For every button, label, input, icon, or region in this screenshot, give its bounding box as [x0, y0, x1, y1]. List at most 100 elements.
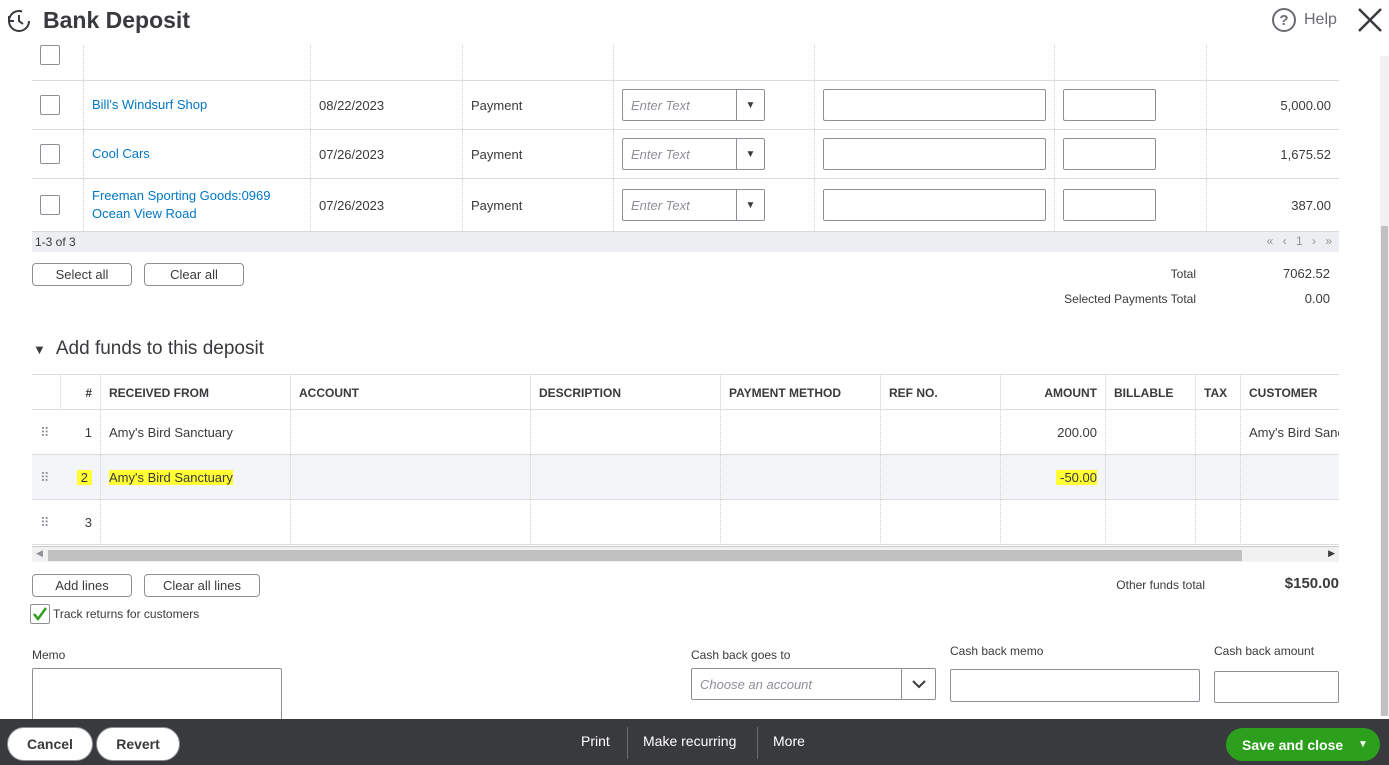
fund-customer[interactable]: [1240, 455, 1339, 500]
col-ref-no: REF NO.: [880, 375, 1000, 410]
fund-account[interactable]: [290, 455, 530, 500]
payment-received-from-link[interactable]: Freeman Sporting Goods:0969 Ocean View R…: [92, 187, 290, 223]
help-icon: ?: [1272, 8, 1296, 32]
fund-line-row[interactable]: ⠿ 3: [32, 500, 1339, 545]
fund-line-row[interactable]: ⠿ 2 Amy's Bird Sanctuary -50.00: [32, 455, 1339, 500]
fund-payment-method[interactable]: [720, 500, 880, 545]
caret-down-icon[interactable]: ▼: [1358, 739, 1368, 750]
clear-all-button[interactable]: Clear all: [144, 263, 244, 286]
fund-tax[interactable]: [1195, 455, 1240, 500]
page-vertical-scrollbar[interactable]: [1380, 56, 1389, 716]
save-and-close-button[interactable]: Save and close ▼: [1226, 728, 1380, 761]
dropdown-arrow-icon[interactable]: ▼: [736, 139, 764, 169]
fund-amount[interactable]: 200.00: [1000, 410, 1105, 455]
payment-memo-input[interactable]: [823, 89, 1046, 121]
payment-method-select[interactable]: Enter Text ▼: [622, 138, 765, 170]
drag-handle-icon[interactable]: ⠿: [40, 425, 49, 441]
fund-description[interactable]: [530, 455, 720, 500]
make-recurring-button[interactable]: Make recurring: [643, 733, 736, 749]
fund-customer[interactable]: Amy's Bird Sanctuary: [1240, 410, 1339, 455]
fund-ref-no[interactable]: [880, 410, 1000, 455]
payment-memo-input[interactable]: [823, 189, 1046, 221]
fund-tax[interactable]: [1195, 410, 1240, 455]
fund-description[interactable]: [530, 500, 720, 545]
payment-amount: 1,675.52: [1206, 130, 1339, 178]
help-button[interactable]: ? Help: [1272, 8, 1337, 32]
col-account: ACCOUNT: [290, 375, 530, 410]
revert-button[interactable]: Revert: [96, 727, 180, 761]
fund-line-row[interactable]: ⠿ 1 Amy's Bird Sanctuary 200.00 Amy's Bi…: [32, 410, 1339, 455]
page-title: Bank Deposit: [43, 7, 190, 33]
fund-ref-no[interactable]: [880, 500, 1000, 545]
payment-row: Cool Cars 07/26/2023 Payment Enter Text …: [32, 130, 1339, 179]
drag-handle-icon[interactable]: ⠿: [40, 470, 49, 486]
payment-memo-input[interactable]: [823, 138, 1046, 170]
fund-billable[interactable]: [1105, 500, 1195, 545]
chevron-down-icon[interactable]: [901, 669, 935, 699]
col-customer: CUSTOMER: [1240, 375, 1339, 410]
cash-back-memo-input[interactable]: [950, 669, 1200, 702]
fund-customer[interactable]: [1240, 500, 1339, 545]
footer-divider: [627, 727, 628, 759]
fund-received-from[interactable]: Amy's Bird Sanctuary: [100, 410, 290, 455]
select-all-button[interactable]: Select all: [32, 263, 132, 286]
payment-row-checkbox[interactable]: [40, 95, 60, 115]
fund-amount[interactable]: -50.00: [1056, 470, 1097, 485]
scroll-left-icon[interactable]: ◀: [36, 548, 43, 559]
fund-amount[interactable]: [1000, 500, 1105, 545]
col-received-from: RECEIVED FROM: [100, 375, 290, 410]
track-returns-checkbox[interactable]: [30, 604, 50, 624]
fund-payment-method[interactable]: [720, 455, 880, 500]
fund-payment-method[interactable]: [720, 410, 880, 455]
col-description: DESCRIPTION: [530, 375, 720, 410]
memo-textarea[interactable]: [32, 668, 282, 719]
cash-back-memo-label: Cash back memo: [950, 644, 1044, 658]
deposit-form: Bill's Windsurf Shop 08/22/2023 Payment …: [0, 44, 1389, 719]
cash-back-account-select[interactable]: Choose an account: [691, 668, 936, 700]
fund-ref-no[interactable]: [880, 455, 1000, 500]
funds-horizontal-scrollbar[interactable]: ◀ ▶: [32, 546, 1339, 562]
scrollbar-thumb[interactable]: [1381, 226, 1388, 716]
recent-transactions-icon[interactable]: [6, 8, 32, 34]
selected-payments-total-value: 0.00: [1304, 291, 1330, 306]
fund-billable[interactable]: [1105, 410, 1195, 455]
scrollbar-thumb[interactable]: [48, 550, 1242, 561]
checkmark-icon: [33, 607, 48, 622]
drag-handle-icon[interactable]: ⠿: [40, 515, 49, 531]
fund-received-from[interactable]: [100, 500, 290, 545]
payment-ref-no-input[interactable]: [1063, 138, 1156, 170]
fund-received-from[interactable]: Amy's Bird Sanctuary: [109, 470, 233, 485]
payment-row-checkbox[interactable]: [40, 195, 60, 215]
fund-description[interactable]: [530, 410, 720, 455]
payment-method-select[interactable]: Enter Text ▼: [622, 189, 765, 221]
payment-row: Freeman Sporting Goods:0969 Ocean View R…: [32, 179, 1339, 232]
cash-back-amount-input[interactable]: [1214, 671, 1339, 703]
add-lines-button[interactable]: Add lines: [32, 574, 132, 597]
payment-received-from-link[interactable]: Cool Cars: [92, 145, 150, 163]
pager-nav[interactable]: « ‹ 1 › »: [1267, 234, 1335, 248]
col-amount: AMOUNT: [1000, 375, 1105, 410]
dropdown-arrow-icon[interactable]: ▼: [736, 190, 764, 220]
payment-received-from-link[interactable]: Bill's Windsurf Shop: [92, 96, 207, 114]
payment-ref-no-input[interactable]: [1063, 189, 1156, 221]
payment-type: Payment: [462, 179, 613, 231]
payment-row-checkbox[interactable]: [40, 144, 60, 164]
scroll-right-icon[interactable]: ▶: [1328, 548, 1335, 559]
fund-billable[interactable]: [1105, 455, 1195, 500]
select-all-checkbox[interactable]: [40, 45, 60, 65]
total-value: 7062.52: [1283, 266, 1330, 281]
fund-account[interactable]: [290, 410, 530, 455]
fund-tax[interactable]: [1195, 500, 1240, 545]
close-icon[interactable]: [1356, 6, 1384, 34]
more-button[interactable]: More: [773, 733, 805, 749]
payment-method-select[interactable]: Enter Text ▼: [622, 89, 765, 121]
funds-grid: # RECEIVED FROM ACCOUNT DESCRIPTION PAYM…: [32, 374, 1339, 546]
cancel-button[interactable]: Cancel: [7, 727, 93, 761]
payment-ref-no-input[interactable]: [1063, 89, 1156, 121]
add-funds-section-toggle[interactable]: ▼ Add funds to this deposit: [33, 338, 264, 360]
clear-all-lines-button[interactable]: Clear all lines: [144, 574, 260, 597]
dropdown-arrow-icon[interactable]: ▼: [736, 90, 764, 120]
print-button[interactable]: Print: [581, 733, 610, 749]
save-and-close-label: Save and close: [1242, 736, 1344, 753]
fund-account[interactable]: [290, 500, 530, 545]
